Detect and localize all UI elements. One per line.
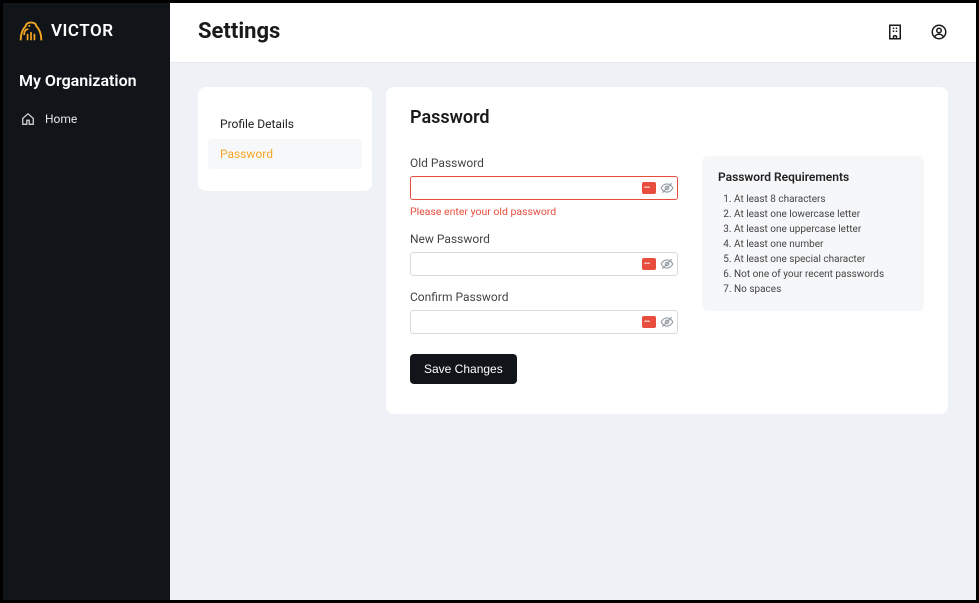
lion-logo-icon — [17, 19, 45, 43]
requirement-item: No spaces — [734, 282, 908, 297]
eye-off-icon[interactable] — [660, 315, 674, 329]
confirm-password-label: Confirm Password — [410, 290, 678, 304]
requirement-item: At least one special character — [734, 252, 908, 267]
save-changes-button[interactable]: Save Changes — [410, 354, 517, 384]
sidebar-item-label: Home — [45, 112, 77, 126]
topbar: Settings — [170, 3, 976, 63]
new-password-input[interactable] — [410, 252, 678, 276]
old-password-field: Old Password — [410, 156, 678, 218]
requirement-item: At least one uppercase letter — [734, 222, 908, 237]
password-requirements: Password Requirements At least 8 charact… — [702, 156, 924, 311]
building-icon[interactable] — [886, 23, 904, 41]
new-password-label: New Password — [410, 232, 678, 246]
main-area: Settings Profile Details Passwor — [170, 3, 976, 600]
eye-off-icon[interactable] — [660, 257, 674, 271]
requirement-item: At least 8 characters — [734, 192, 908, 207]
sidebar: VICTOR My Organization Home — [3, 3, 170, 600]
sidebar-item-home[interactable]: Home — [3, 104, 170, 134]
home-icon — [21, 112, 35, 126]
old-password-label: Old Password — [410, 156, 678, 170]
requirement-item: At least one number — [734, 237, 908, 252]
org-title: My Organization — [3, 61, 170, 104]
tab-password[interactable]: Password — [208, 139, 362, 169]
old-password-input[interactable] — [410, 176, 678, 200]
password-key-icon — [642, 258, 656, 270]
brand-name: VICTOR — [51, 21, 114, 41]
card-title: Password — [410, 107, 924, 128]
requirements-list: At least 8 characters At least one lower… — [718, 192, 908, 297]
content: Profile Details Password Password Old Pa… — [170, 63, 976, 438]
requirement-item: At least one lowercase letter — [734, 207, 908, 222]
requirements-title: Password Requirements — [718, 170, 908, 184]
confirm-password-field: Confirm Password — [410, 290, 678, 334]
page-title: Settings — [198, 19, 280, 44]
password-form: Old Password — [410, 156, 678, 384]
topbar-actions — [886, 23, 948, 41]
password-key-icon — [642, 182, 656, 194]
brand-logo[interactable]: VICTOR — [3, 19, 170, 61]
password-key-icon — [642, 316, 656, 328]
requirement-item: Not one of your recent passwords — [734, 267, 908, 282]
eye-off-icon[interactable] — [660, 181, 674, 195]
user-circle-icon[interactable] — [930, 23, 948, 41]
confirm-password-input[interactable] — [410, 310, 678, 334]
old-password-error: Please enter your old password — [410, 205, 678, 218]
new-password-field: New Password — [410, 232, 678, 276]
tab-profile-details[interactable]: Profile Details — [208, 109, 362, 139]
password-card: Password Old Password — [386, 87, 948, 414]
settings-tabs: Profile Details Password — [198, 87, 372, 191]
